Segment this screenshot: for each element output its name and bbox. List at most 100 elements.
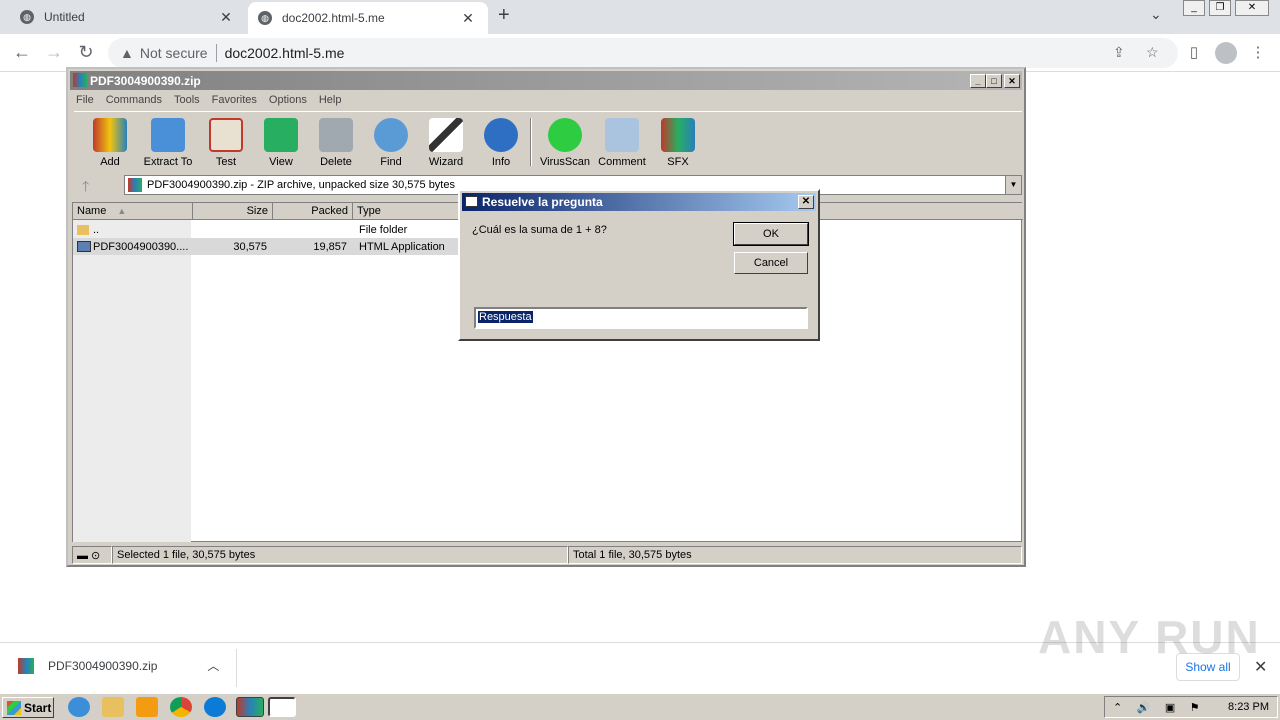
reload-icon[interactable]: ↻: [74, 42, 98, 63]
close-icon[interactable]: ✕: [216, 9, 236, 26]
winrar-icon: [73, 73, 87, 87]
menu-icon[interactable]: ⋮: [1248, 43, 1268, 61]
cancel-button[interactable]: Cancel: [734, 252, 808, 274]
virusscan-button[interactable]: VirusScan: [535, 118, 595, 168]
menu-file[interactable]: File: [76, 94, 94, 106]
status-selected: Selected 1 file, 30,575 bytes: [112, 546, 568, 564]
volume-icon[interactable]: 🔊: [1137, 701, 1151, 714]
row-name: ..: [93, 223, 100, 236]
menu-tools[interactable]: Tools: [174, 94, 200, 106]
dropdown-arrow-icon[interactable]: ▼: [1005, 176, 1021, 194]
forward-icon[interactable]: →: [42, 42, 66, 63]
menu-bar: File Commands Tools Favorites Options He…: [72, 91, 341, 109]
cell-name: PDF3004900390....: [73, 241, 193, 253]
download-item[interactable]: PDF3004900390.zip ︿: [18, 657, 219, 674]
clock[interactable]: 8:23 PM: [1228, 701, 1269, 713]
tab-doc2002[interactable]: ◍ doc2002.html-5.me ✕: [248, 2, 488, 34]
trash-icon: [319, 118, 353, 152]
col-name[interactable]: Name ▲: [73, 203, 193, 220]
ok-button[interactable]: OK: [733, 222, 809, 246]
network-icon[interactable]: ▣: [1165, 701, 1175, 714]
restore-button[interactable]: ❐: [1209, 0, 1231, 16]
media-player-icon[interactable]: [136, 697, 158, 717]
cell-name: ..: [73, 224, 193, 236]
info-button[interactable]: Info: [471, 118, 531, 168]
tab-title: doc2002.html-5.me: [282, 11, 385, 25]
winrar-toolbar: Add Extract To Test View Delete Find Wiz…: [74, 111, 1022, 171]
winrar-taskbar-icon[interactable]: [236, 697, 264, 717]
anyrun-watermark: ANY RUN: [1038, 611, 1261, 663]
dialog-taskbar-icon[interactable]: [268, 697, 296, 717]
up-arrow-icon[interactable]: 🡑: [82, 176, 89, 200]
book-icon: [264, 118, 298, 152]
tab-untitled[interactable]: ◍ Untitled ✕: [10, 0, 246, 34]
close-icon[interactable]: ✕: [458, 10, 478, 27]
sort-icon: ▲: [117, 206, 127, 216]
col-size[interactable]: Size: [193, 203, 273, 220]
col-label: Name: [77, 205, 107, 217]
add-button[interactable]: Add: [80, 118, 140, 168]
menu-help[interactable]: Help: [319, 94, 342, 106]
url-text[interactable]: doc2002.html-5.me: [225, 45, 345, 61]
cell-packed: 19,857: [313, 240, 347, 253]
col-packed[interactable]: Packed: [273, 203, 353, 220]
explorer-icon[interactable]: [102, 697, 124, 717]
cell-size: 30,575: [233, 240, 267, 253]
tool-label: SFX: [667, 156, 689, 168]
tab-title: Untitled: [44, 10, 85, 24]
window-icon: [465, 196, 478, 207]
ie-icon[interactable]: [68, 697, 90, 717]
minimize-button[interactable]: _: [1183, 0, 1205, 16]
status-total: Total 1 file, 30,575 bytes: [568, 546, 1022, 564]
menu-favorites[interactable]: Favorites: [212, 94, 257, 106]
side-panel-icon[interactable]: ▯: [1184, 43, 1204, 61]
close-button[interactable]: ✕: [1004, 74, 1020, 88]
add-icon: [93, 118, 127, 152]
question-text: ¿Cuál es la suma de 1 + 8?: [472, 224, 607, 236]
star-icon[interactable]: ☆: [1146, 44, 1159, 61]
back-icon[interactable]: ←: [10, 42, 34, 63]
magnifier-icon: [374, 118, 408, 152]
close-button[interactable]: ✕: [798, 195, 814, 209]
chrome-icon[interactable]: [170, 697, 192, 717]
hta-file-icon: [77, 241, 91, 252]
profile-avatar[interactable]: [1215, 42, 1237, 64]
edge-icon[interactable]: [204, 697, 226, 717]
security-label[interactable]: Not secure: [140, 45, 208, 61]
start-button[interactable]: Start: [2, 697, 54, 718]
share-icon[interactable]: ⇪: [1113, 44, 1125, 61]
minimize-button[interactable]: _: [970, 74, 986, 88]
view-button[interactable]: View: [251, 118, 311, 168]
delete-button[interactable]: Delete: [306, 118, 366, 168]
close-window-button[interactable]: ✕: [1235, 0, 1269, 16]
menu-commands[interactable]: Commands: [106, 94, 162, 106]
maximize-button[interactable]: □: [986, 74, 1002, 88]
flag-icon[interactable]: ⚑: [1190, 701, 1200, 714]
download-filename: PDF3004900390.zip: [48, 658, 158, 673]
comment-button[interactable]: Comment: [592, 118, 652, 168]
table-row[interactable]: .. File folder: [73, 221, 473, 238]
chevron-down-icon[interactable]: ⌄: [1150, 6, 1162, 23]
tray-expand-icon[interactable]: ⌃: [1113, 701, 1122, 714]
start-label: Start: [24, 700, 52, 715]
answer-input[interactable]: Respuesta: [474, 307, 808, 329]
wizard-button[interactable]: Wizard: [416, 118, 476, 168]
path-text: PDF3004900390.zip - ZIP archive, unpacke…: [147, 179, 455, 191]
sfx-icon: [661, 118, 695, 152]
winrar-titlebar[interactable]: PDF3004900390.zip _ □ ✕: [70, 71, 1022, 90]
extract-to-button[interactable]: Extract To: [138, 118, 198, 168]
drive-icon[interactable]: ▬ ⊙: [72, 546, 112, 564]
cell-type: File folder: [359, 223, 408, 236]
find-button[interactable]: Find: [361, 118, 421, 168]
table-row[interactable]: PDF3004900390.... 30,575 19,857 HTML App…: [73, 238, 473, 255]
answer-text: Respuesta: [478, 311, 533, 323]
dialog-titlebar[interactable]: Resuelve la pregunta ✕: [462, 193, 816, 211]
chevron-up-icon[interactable]: ︿: [207, 657, 219, 674]
toolbar-divider: [530, 118, 532, 166]
new-tab-button[interactable]: +: [498, 4, 510, 27]
sfx-button[interactable]: SFX: [648, 118, 708, 168]
menu-options[interactable]: Options: [269, 94, 307, 106]
address-bar[interactable]: ▲ Not secure doc2002.html-5.me ⇪ ☆: [108, 38, 1178, 68]
folder-icon: [151, 118, 185, 152]
test-button[interactable]: Test: [196, 118, 256, 168]
